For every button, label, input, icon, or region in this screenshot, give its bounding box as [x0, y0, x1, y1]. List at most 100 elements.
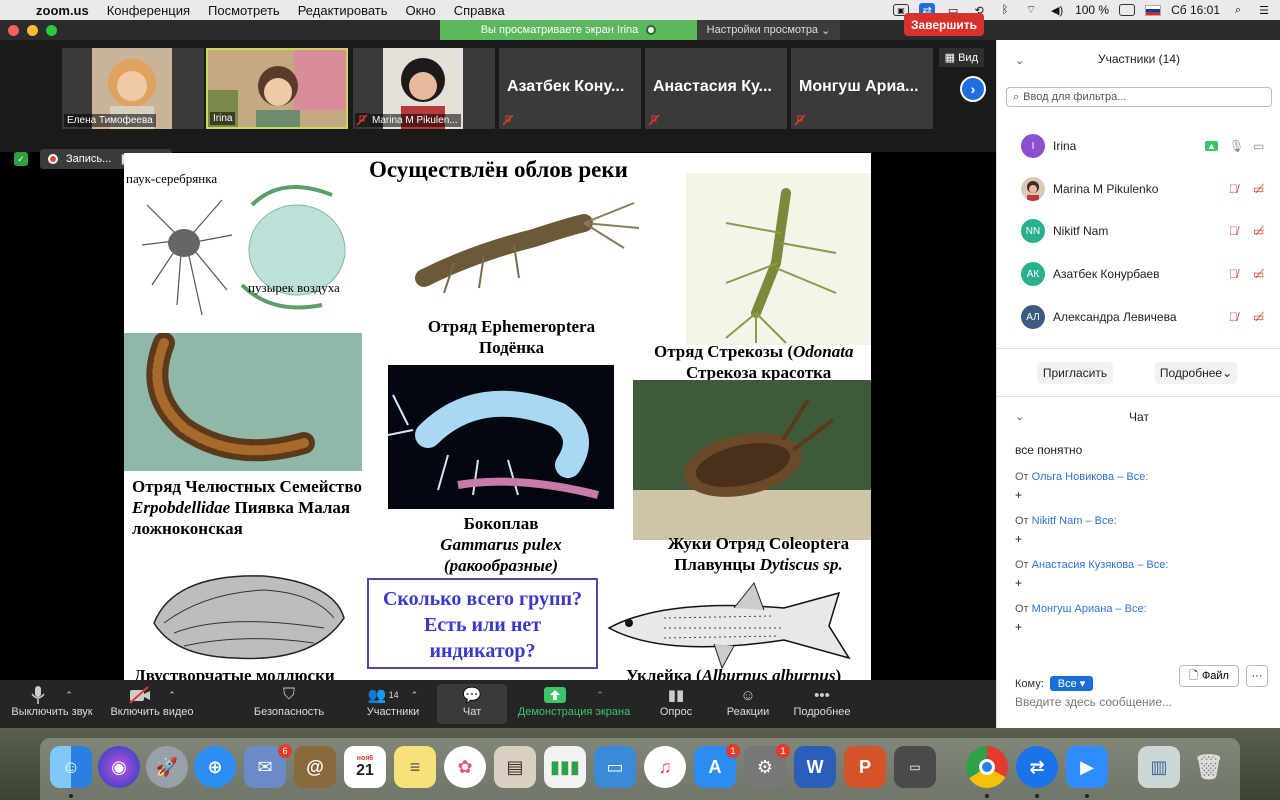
minimize-window-icon[interactable] — [27, 25, 38, 36]
video-tile[interactable]: Marina M Pikulen... — [353, 48, 495, 129]
volume-icon[interactable]: ◀) — [1049, 3, 1065, 17]
tile-name: Marina M Pikulen... — [369, 114, 461, 127]
zoom-icon[interactable]: ▶ — [1066, 746, 1108, 788]
more-dots-icon: ••• — [814, 686, 830, 704]
siri-icon[interactable]: ◉ — [98, 746, 140, 788]
calendar-icon[interactable]: ноя6 21 — [344, 746, 386, 788]
video-tile[interactable]: Елена Тимофеева — [62, 48, 204, 129]
reactions-button[interactable]: ☺ Реакции — [720, 684, 776, 724]
participant-row[interactable]: NN Nikitf Nam 🎙̸ ▭̸ — [997, 210, 1280, 252]
participant-row[interactable]: Marina M Pikulenko 🎙̸ ▭̸ — [997, 168, 1280, 210]
end-meeting-button[interactable]: Завершить — [904, 13, 984, 36]
launchpad-icon[interactable]: 🚀 — [146, 746, 188, 788]
participants-count: 14 — [388, 690, 399, 700]
more-button[interactable]: ••• Подробнее — [788, 684, 856, 724]
recording-label: Запись... — [66, 153, 112, 165]
spotlight-icon[interactable]: ⌕ — [1230, 3, 1246, 17]
mayfly-larva-photo — [394, 183, 644, 313]
shield-icon: ⛉ — [282, 686, 295, 703]
amphipod-caption-latin: Gammarus pulex — [440, 535, 562, 554]
photos-icon[interactable]: ✿ — [444, 746, 486, 788]
spider-illustration — [132, 165, 357, 330]
beetle-caption-prefix: Плавунцы — [674, 555, 760, 574]
participants-more-label: Подробнее — [1159, 366, 1223, 380]
music-icon[interactable]: ♫ — [644, 746, 686, 788]
keynote-icon[interactable]: ▭ — [594, 746, 636, 788]
calendar-month: ноя6 — [356, 754, 374, 762]
participant-row[interactable]: АЛ Александра Левичева 🎙̸ ▭̸ — [997, 296, 1280, 338]
menu-item-conference[interactable]: Конференция — [107, 3, 190, 18]
menu-item-window[interactable]: Окно — [406, 3, 436, 18]
mic-muted-icon: 🎙̸ — [1229, 310, 1238, 324]
video-tile-active-speaker[interactable]: Irina — [206, 48, 348, 129]
participant-filter-input[interactable]: ⌕ Ввод для фильтра... — [1006, 87, 1272, 107]
video-tile[interactable]: Монгуш Ариа... — [791, 48, 933, 129]
share-options-chevron-icon[interactable]: ⌃ — [596, 690, 604, 701]
security-button[interactable]: ⛉ Безопасность — [246, 684, 332, 724]
avatar: АЛ — [1021, 305, 1045, 329]
encryption-shield-icon[interactable]: ✓ — [14, 152, 28, 166]
menu-clock[interactable]: Сб 16:01 — [1171, 3, 1220, 17]
teamviewer-icon[interactable]: ⇄ — [1016, 746, 1058, 788]
safari-icon[interactable]: ⊕ — [194, 746, 236, 788]
chat-more-button[interactable]: ··· — [1246, 665, 1268, 687]
screen-recording-icon[interactable]: ▭ — [894, 746, 936, 788]
chat-from-prefix: От — [1015, 515, 1032, 527]
audio-options-chevron-icon[interactable]: ⌃ — [65, 690, 73, 701]
notes-icon[interactable]: ≡ — [394, 746, 436, 788]
chrome-icon[interactable] — [966, 746, 1008, 788]
participants-more-button[interactable]: Подробнее ⌄ — [1155, 362, 1237, 384]
downloads-folder-icon[interactable]: ▥ — [1138, 746, 1180, 788]
video-options-chevron-icon[interactable]: ⌃ — [168, 690, 176, 701]
zoom-window-icon[interactable] — [46, 25, 57, 36]
menu-app-name[interactable]: zoom.us — [36, 3, 89, 18]
divider — [997, 348, 1280, 349]
start-video-button[interactable]: ⌃ Включить видео — [106, 684, 198, 724]
input-language-flag-icon[interactable] — [1145, 4, 1162, 16]
view-options-button[interactable]: Настройки просмотра ⌄ — [697, 20, 840, 40]
send-file-button[interactable]: 🗋 Файл — [1179, 665, 1239, 687]
participant-row[interactable]: АК Азатбек Конурбаев 🎙̸ ▭̸ — [997, 253, 1280, 295]
participants-button[interactable]: 👥 14 ⌃ Участники — [350, 684, 436, 724]
chat-sender[interactable]: Анастасия Кузякова — [1032, 559, 1135, 571]
participants-chevron-icon[interactable]: ⌃ — [411, 690, 419, 701]
chat-sender[interactable]: Nikitf Nam — [1032, 515, 1083, 527]
chat-message-input[interactable]: Введите здесь сообщение... — [1015, 695, 1172, 709]
notification-center-icon[interactable]: ☰ — [1256, 3, 1272, 17]
mollusk-caption: Двустворчатые моллюски — [134, 666, 335, 680]
invite-button[interactable]: Пригласить — [1037, 362, 1113, 384]
share-screen-button[interactable]: ⌃ Демонстрация экрана — [512, 684, 636, 724]
powerpoint-icon[interactable]: P — [844, 746, 886, 788]
poll-button[interactable]: ▮▮ Опрос — [650, 684, 702, 724]
video-tile[interactable]: Анастасия Ку... — [645, 48, 787, 129]
next-page-button[interactable]: › — [960, 76, 986, 102]
share-banner-text: Вы просматриваете экран Irina — [480, 24, 639, 36]
mute-button[interactable]: ⌃ Выключить звук — [6, 684, 98, 724]
beetle-caption-latin: Dytiscus sp. — [759, 555, 843, 574]
trash-icon[interactable]: 🗑 — [1188, 746, 1230, 788]
bluetooth-icon[interactable]: ᛒ — [997, 3, 1013, 17]
chat-button[interactable]: 💬 Чат — [437, 684, 507, 724]
chat-sender[interactable]: Ольга Новикова — [1032, 471, 1114, 483]
numbers-icon[interactable]: ▮▮▮ — [544, 746, 586, 788]
contacts-icon[interactable]: @ — [294, 746, 336, 788]
participant-row[interactable]: I Irina ▲ 🎙 ▭ — [997, 125, 1280, 167]
question-box: Сколько всего групп? Есть или нет индика… — [367, 578, 598, 669]
view-layout-button[interactable]: ▦ Вид — [938, 48, 984, 67]
word-icon[interactable]: W — [794, 746, 836, 788]
finder-icon[interactable]: ☺ — [50, 746, 92, 788]
close-window-icon[interactable] — [8, 25, 19, 36]
menu-item-view[interactable]: Посмотреть — [208, 3, 280, 18]
video-tile[interactable]: Азатбек Кону... — [499, 48, 641, 129]
menu-item-help[interactable]: Справка — [454, 3, 505, 18]
menu-bar: zoom.us Конференция Посмотреть Редактиро… — [0, 0, 1280, 20]
preview-icon[interactable]: ▤ — [494, 746, 536, 788]
battery-icon[interactable] — [1119, 4, 1136, 16]
chat-sender[interactable]: Монгуш Ариана — [1032, 603, 1113, 615]
wifi-icon[interactable]: ⌔ — [1023, 3, 1039, 17]
fish-caption: Уклейка (Alburnus alburnus) — [626, 665, 871, 680]
recipient-select[interactable]: Все ▾ — [1049, 676, 1094, 691]
menu-item-edit[interactable]: Редактировать — [298, 3, 388, 18]
chat-message-header: От Nikitf Nam – Все: — [1015, 515, 1117, 527]
leech-photo — [124, 333, 362, 471]
